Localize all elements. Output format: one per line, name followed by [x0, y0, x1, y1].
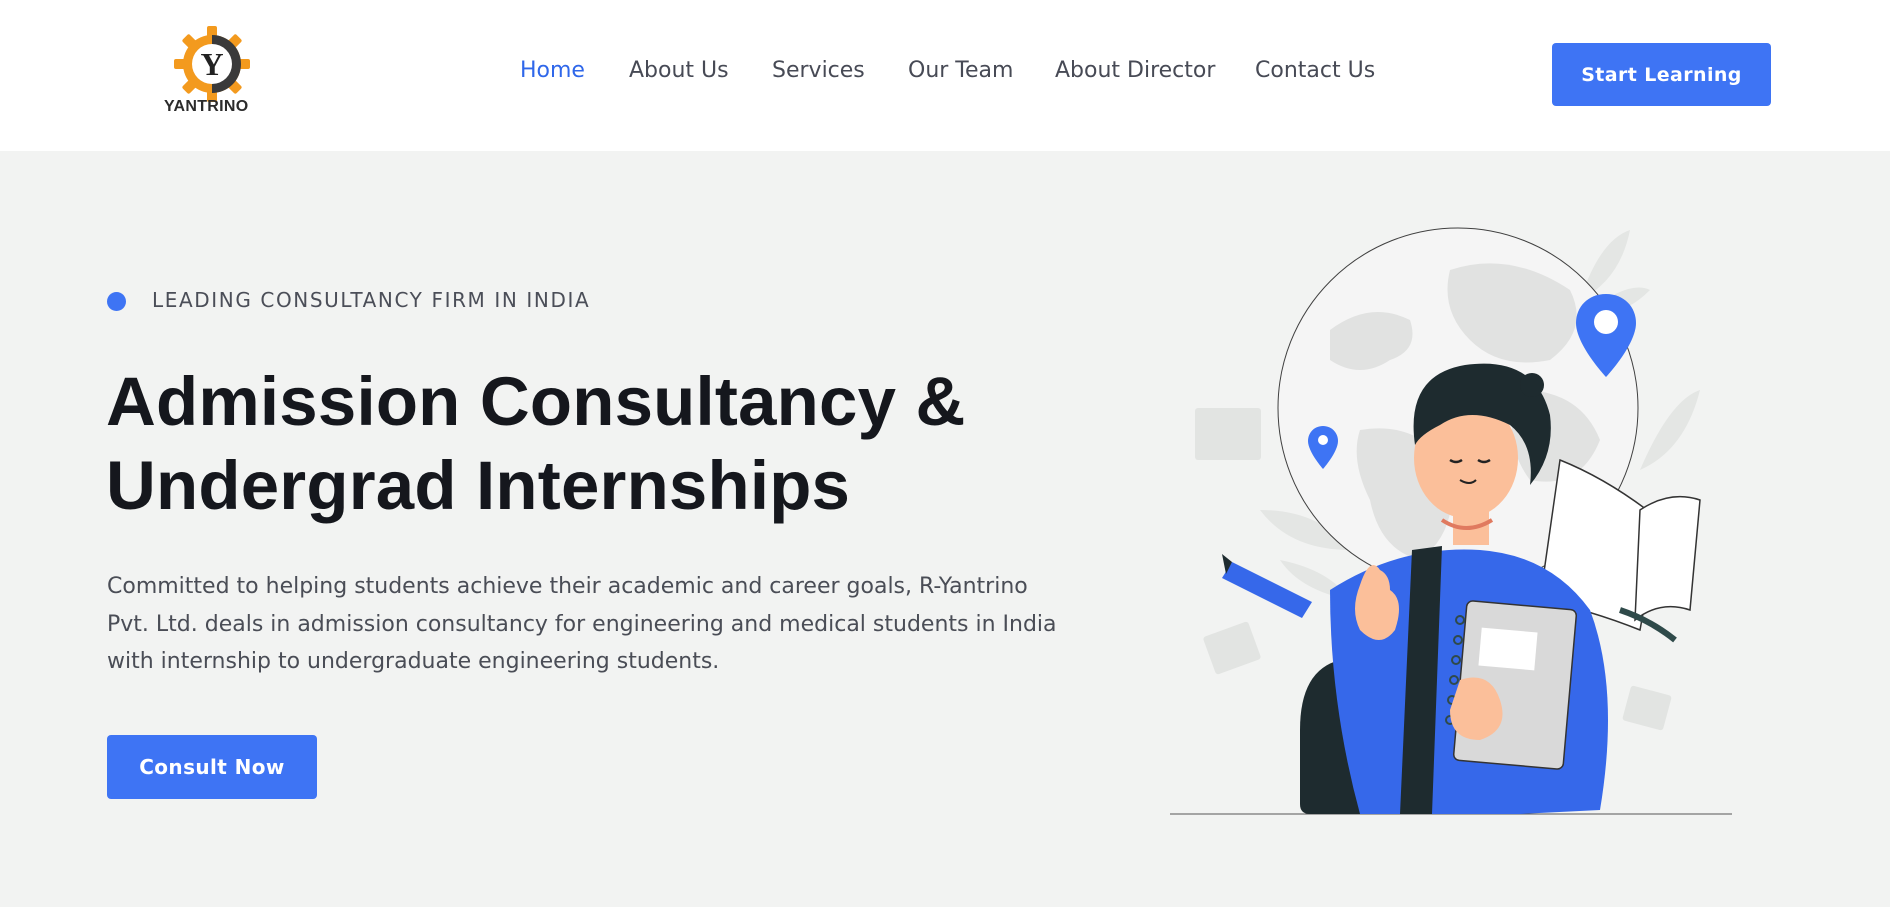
svg-text:Y: Y: [200, 46, 223, 82]
logo-wordmark: YANTRINO: [164, 98, 249, 115]
hero-description: Committed to helping students achieve th…: [107, 574, 1057, 674]
headline-line-2: Undergrad Internships: [106, 447, 851, 524]
site-header: Y YANTRINO Home About Us Services Our Te…: [0, 0, 1890, 151]
start-learning-button[interactable]: Start Learning: [1552, 43, 1771, 106]
nav-about-us[interactable]: About Us: [629, 58, 729, 83]
eyebrow-dot-icon: [107, 292, 126, 311]
nav-contact-us[interactable]: Contact Us: [1255, 58, 1375, 83]
nav-about-director[interactable]: About Director: [1055, 58, 1215, 83]
nav-services[interactable]: Services: [772, 58, 865, 83]
nav-our-team[interactable]: Our Team: [908, 58, 1013, 83]
hero-eyebrow: LEADING CONSULTANCY FIRM IN INDIA: [152, 288, 591, 312]
consult-now-button[interactable]: Consult Now: [107, 735, 317, 799]
hero-headline: Admission Consultancy & Undergrad Intern…: [106, 360, 1026, 528]
student-with-globe-illustration: [1160, 210, 1740, 830]
headline-line-1: Admission Consultancy &: [106, 363, 966, 440]
nav-home[interactable]: Home: [520, 58, 585, 83]
